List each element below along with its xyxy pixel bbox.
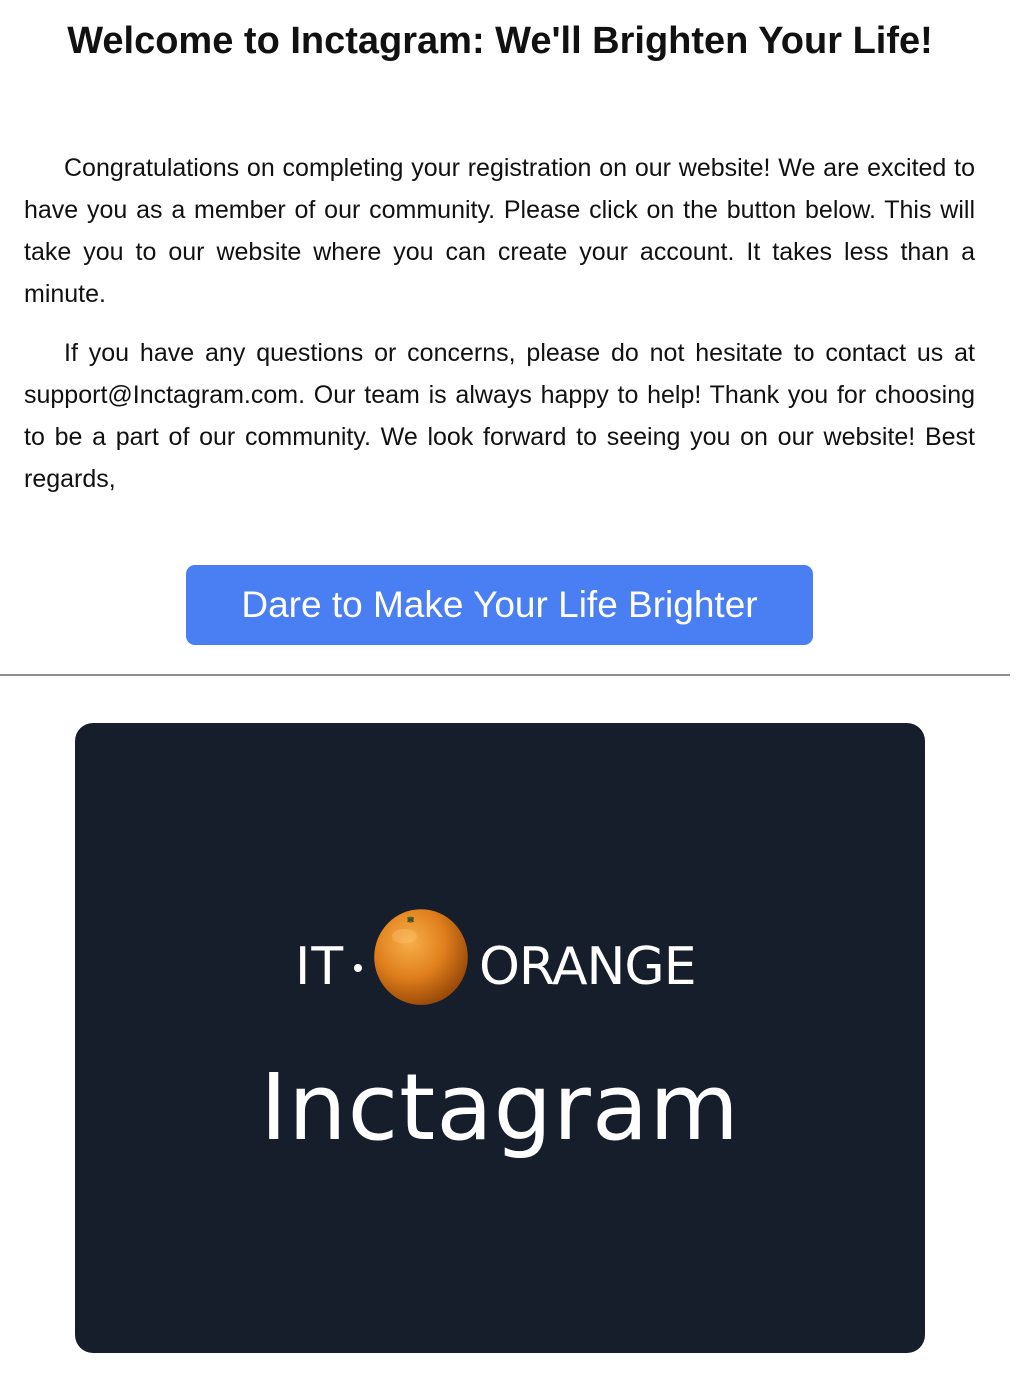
cta-button[interactable]: Dare to Make Your Life Brighter [186,565,813,645]
brand-banner: IT ORANGE Inctagram [75,723,925,1353]
logo-suffix: ORANGE [479,937,697,997]
orange-fruit-icon [374,909,468,1005]
divider [0,674,1010,676]
email-message: Welcome to Inctagram: We'll Brighten You… [0,0,1020,1390]
logo-dot [354,964,362,972]
it-orange-logo: IT ORANGE [75,903,925,1013]
brand-name: Inctagram [260,1054,740,1161]
contact-paragraph: If you have any questions or concerns, p… [24,339,975,493]
welcome-paragraph: Congratulations on completing your regis… [24,154,975,308]
email-title: Welcome to Inctagram: We'll Brighten You… [67,20,933,62]
logo-prefix: IT [295,937,345,997]
